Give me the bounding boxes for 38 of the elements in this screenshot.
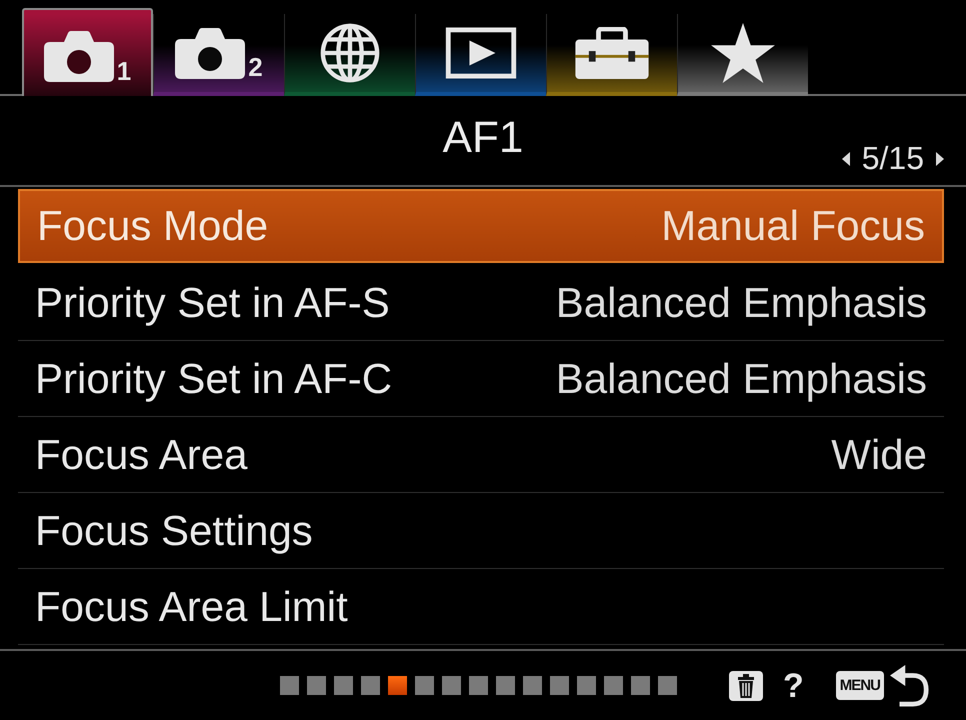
menu-tab[interactable] [284,14,415,96]
setting-value: Balanced Emphasis [556,354,927,402]
return-arrow-icon [890,664,930,706]
toolbox-icon [575,27,649,79]
setting-label: Focus Settings [35,506,313,554]
tab-number: 1 [116,58,132,84]
star-icon [711,23,775,83]
menu-tab[interactable] [677,14,808,96]
tab-number: 2 [248,54,263,80]
setting-value: Wide [831,430,927,478]
menu-item[interactable]: Focus Mode Manual Focus [18,189,944,263]
camera-icon [175,27,246,79]
camera-icon [44,30,114,82]
setting-label: Priority Set in AF-C [35,354,392,402]
page-title: AF1 [442,112,524,162]
menu-tab[interactable] [415,14,546,96]
menu-tab[interactable]: 2 [153,14,284,96]
menu-item[interactable]: Focus Settings [18,493,944,569]
menu-item[interactable]: Priority Set in AF-S Balanced Emphasis [18,265,944,341]
setting-label: Priority Set in AF-S [35,278,390,326]
next-page-icon [936,152,944,166]
menu-item[interactable]: Priority Set in AF-C Balanced Emphasis [18,341,944,417]
setting-label: Focus Area Limit [35,582,348,630]
help-label: ? [783,668,804,702]
globe-icon [319,22,381,84]
setting-label: Focus Area [35,430,248,478]
setting-value: Balanced Emphasis [556,278,927,326]
menu-item[interactable]: Focus Area Limit [18,569,944,645]
menu-tab[interactable]: 1 [22,8,153,96]
playback-icon [445,27,517,79]
menu-item[interactable]: Focus Area Wide [18,417,944,493]
menu-key-label: MENU [836,671,884,700]
setting-label: Focus Mode [37,202,268,250]
page-number: 5/15 [862,140,924,177]
previous-page-icon [842,152,850,166]
setting-value: Manual Focus [661,202,925,250]
trash-icon [729,670,763,700]
menu-tab[interactable] [546,14,677,96]
